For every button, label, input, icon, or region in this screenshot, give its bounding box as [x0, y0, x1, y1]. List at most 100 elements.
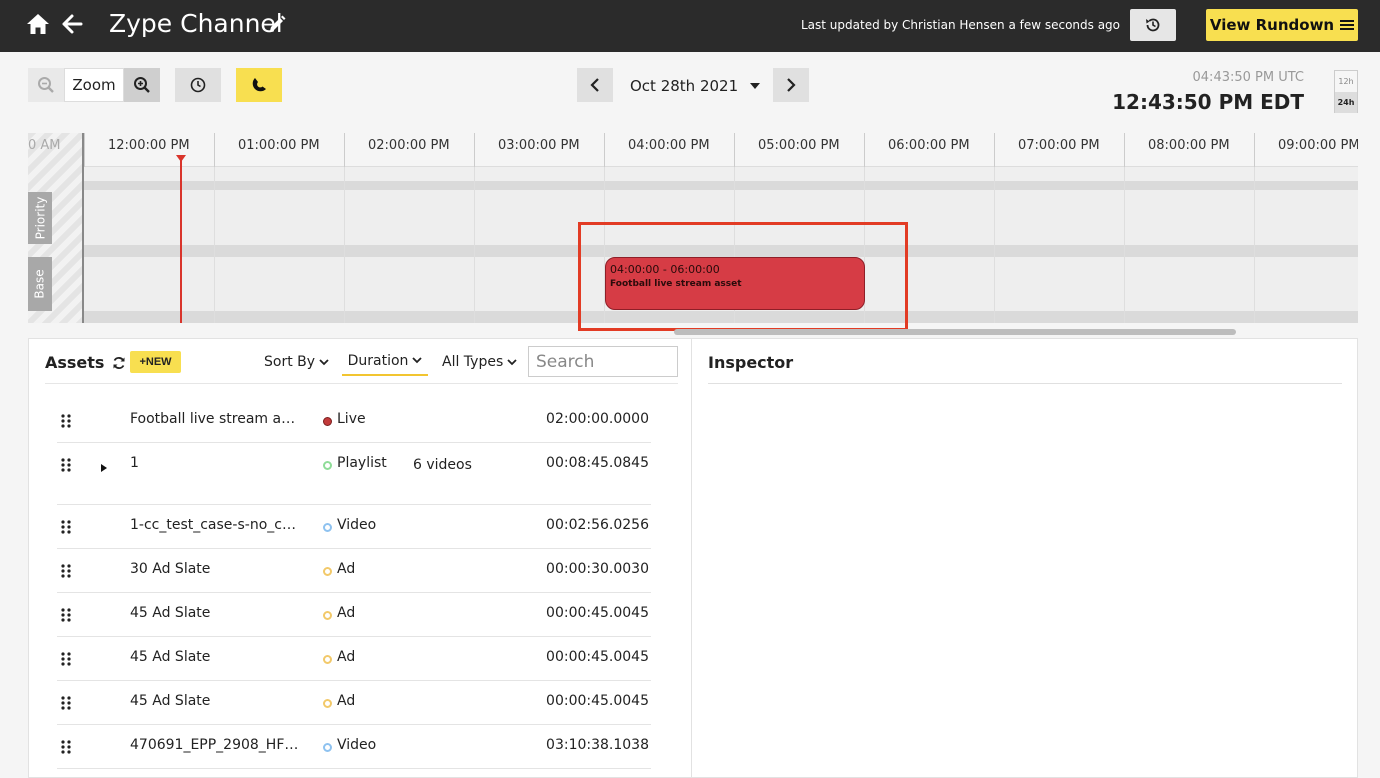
grid-line: [1254, 167, 1255, 323]
view-rundown-button[interactable]: View Rundown: [1206, 9, 1358, 41]
asset-name: 45 Ad Slate: [130, 649, 211, 665]
ruler-tick-label: 06:00:00 PM: [888, 138, 970, 153]
snap-magnet-button[interactable]: [236, 68, 282, 102]
now-button[interactable]: [175, 68, 221, 102]
divider: [45, 383, 678, 384]
history-button[interactable]: [1130, 9, 1176, 41]
drag-handle-icon[interactable]: [61, 564, 71, 578]
ruler-tick-label: 05:00:00 PM: [758, 138, 840, 153]
asset-type-dot: [323, 743, 332, 752]
asset-duration: 02:00:00.0000: [546, 411, 649, 427]
asset-type-dot: [323, 611, 332, 620]
ruler-tick-label: 02:00:00 PM: [368, 138, 450, 153]
refresh-icon[interactable]: [112, 356, 126, 370]
assets-panel: Assets +NEW Sort By Duration All Types F…: [28, 338, 692, 778]
ruler-tick: 01:00:00 PM: [214, 133, 320, 167]
format-24h-option[interactable]: 24h: [1335, 92, 1357, 113]
back-arrow-icon[interactable]: [60, 13, 84, 35]
grid-line: [214, 167, 215, 323]
drag-handle-icon[interactable]: [61, 696, 71, 710]
new-asset-button[interactable]: +NEW: [130, 351, 181, 373]
chevron-down-icon: [319, 358, 329, 365]
all-types-label: All Types: [442, 354, 504, 370]
asset-row[interactable]: 1-cc_test_case-s-no_cc.... Video 00:02:5…: [57, 505, 651, 549]
asset-name: Football live stream as...: [130, 411, 300, 427]
sort-by-label: Sort By: [264, 354, 316, 370]
asset-type: Live: [337, 411, 366, 427]
home-icon[interactable]: [26, 13, 50, 35]
asset-type: Ad: [337, 649, 356, 665]
ruler-tick-label: 03:00:00 PM: [498, 138, 580, 153]
asset-duration: 00:00:45.0045: [546, 605, 649, 621]
time-format-toggle[interactable]: 12h 24h: [1334, 70, 1358, 113]
ruler-tick-label: 04:00:00 PM: [628, 138, 710, 153]
inspector-title: Inspector: [708, 353, 794, 372]
ruler-tick-label: 08:00:00 PM: [1148, 138, 1230, 153]
playhead[interactable]: [180, 155, 182, 323]
timeline-separator: [84, 181, 1358, 190]
asset-type: Video: [337, 737, 377, 753]
duration-sort-dropdown[interactable]: Duration: [342, 347, 428, 376]
duration-label: Duration: [347, 352, 409, 369]
drag-handle-icon[interactable]: [61, 414, 71, 428]
zoom-in-button[interactable]: [124, 68, 160, 102]
timeline-partial-label: 0 AM: [28, 138, 61, 153]
drag-handle-icon[interactable]: [61, 520, 71, 534]
asset-type: Video: [337, 517, 377, 533]
clock-icon: [190, 77, 206, 93]
page-title: Zype Channel: [109, 9, 283, 38]
grid-line: [994, 167, 995, 323]
asset-row[interactable]: 1 Playlist 6 videos 00:08:45.0845: [57, 443, 651, 505]
chevron-right-icon: [787, 78, 796, 92]
view-rundown-label: View Rundown: [1209, 16, 1335, 34]
asset-row[interactable]: 470691_EPP_2908_HF_I... Video 03:10:38.1…: [57, 725, 651, 769]
asset-name: 45 Ad Slate: [130, 693, 211, 709]
asset-duration: 00:08:45.0845: [546, 455, 649, 471]
type-filter-dropdown[interactable]: All Types: [442, 354, 517, 370]
zoom-in-icon: [134, 77, 150, 93]
chevron-left-icon: [590, 78, 599, 92]
asset-row[interactable]: 45 Ad Slate Ad 00:00:45.0045: [57, 637, 651, 681]
next-day-button[interactable]: [773, 68, 809, 102]
asset-type-dot: [323, 523, 332, 532]
row-label-base-text: Base: [33, 269, 48, 299]
drag-handle-icon[interactable]: [61, 608, 71, 622]
asset-type: Ad: [337, 605, 356, 621]
asset-duration: 00:00:45.0045: [546, 693, 649, 709]
asset-row[interactable]: 45 Ad Slate Ad 00:00:45.0045: [57, 593, 651, 637]
expand-caret-icon[interactable]: [101, 464, 107, 472]
history-icon: [1146, 18, 1160, 32]
ruler-tick-label: 01:00:00 PM: [238, 138, 320, 153]
pencil-icon[interactable]: [268, 15, 286, 33]
asset-count: 6 videos: [413, 457, 472, 473]
asset-row[interactable]: Football live stream as... Live 02:00:00…: [57, 399, 651, 443]
format-12h-option[interactable]: 12h: [1335, 71, 1357, 92]
search-input[interactable]: [528, 346, 678, 377]
drag-handle-icon[interactable]: [61, 740, 71, 754]
playhead-marker: [176, 155, 186, 162]
drag-handle-icon[interactable]: [61, 458, 71, 472]
inspector-panel: Inspector: [692, 338, 1358, 778]
previous-day-button[interactable]: [577, 68, 613, 102]
assets-title: Assets: [45, 353, 105, 372]
row-label-priority-text: Priority: [33, 196, 47, 240]
date-selector[interactable]: Oct 28th 2021: [630, 77, 761, 95]
asset-type-dot: [323, 417, 332, 426]
ruler-tick: 02:00:00 PM: [344, 133, 450, 167]
asset-name: 1: [130, 455, 139, 471]
asset-row[interactable]: 45 Ad Slate Ad 00:00:45.0045: [57, 681, 651, 725]
timeline-scrollbar[interactable]: [674, 329, 1236, 335]
asset-row[interactable]: 30 Ad Slate Ad 00:00:30.0030: [57, 549, 651, 593]
asset-type-dot: [323, 461, 332, 470]
zoom-out-button[interactable]: [28, 68, 64, 102]
caret-down-icon: [750, 83, 761, 89]
highlight-box: [578, 222, 908, 331]
drag-handle-icon[interactable]: [61, 652, 71, 666]
sort-by-dropdown[interactable]: Sort By: [264, 354, 329, 370]
zoom-label: Zoom: [64, 68, 124, 102]
divider: [708, 383, 1342, 384]
time-ruler[interactable]: 12:00:00 PM 01:00:00 PM 02:00:00 PM 03:0…: [84, 133, 1358, 167]
ruler-tick: 04:00:00 PM: [604, 133, 710, 167]
asset-type-dot: [323, 699, 332, 708]
ruler-tick: 08:00:00 PM: [1124, 133, 1230, 167]
